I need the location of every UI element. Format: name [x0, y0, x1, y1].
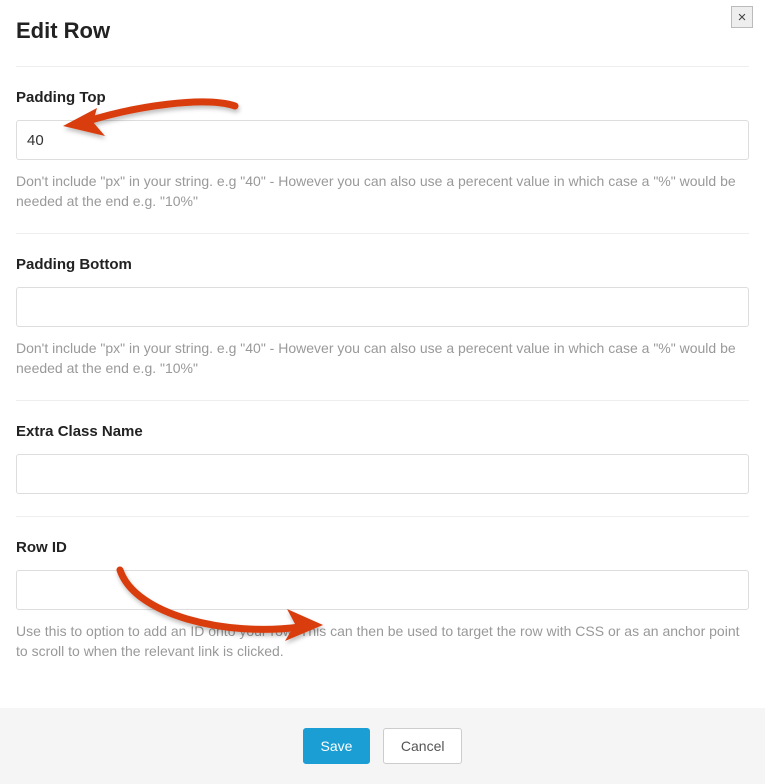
field-extra-class: Extra Class Name: [16, 400, 749, 500]
dialog-footer: Save Cancel: [0, 708, 765, 784]
extra-class-input[interactable]: [16, 454, 749, 494]
padding-top-help: Don't include "px" in your string. e.g "…: [16, 172, 749, 211]
row-id-label: Row ID: [16, 539, 749, 556]
padding-bottom-help: Don't include "px" in your string. e.g "…: [16, 339, 749, 378]
dialog-header: Edit Row ×: [0, 0, 765, 50]
save-button[interactable]: Save: [303, 728, 371, 764]
padding-top-label: Padding Top: [16, 89, 749, 106]
field-padding-bottom: Padding Bottom Don't include "px" in you…: [16, 233, 749, 384]
cancel-button[interactable]: Cancel: [383, 728, 463, 764]
row-id-help: Use this to option to add an ID onto you…: [16, 622, 749, 661]
dialog-body: Padding Top Don't include "px" in your s…: [0, 66, 765, 698]
field-row-id: Row ID Use this to option to add an ID o…: [16, 516, 749, 667]
close-button[interactable]: ×: [731, 6, 753, 28]
padding-bottom-label: Padding Bottom: [16, 256, 749, 273]
padding-bottom-input[interactable]: [16, 287, 749, 327]
dialog-title: Edit Row: [16, 18, 749, 44]
extra-class-label: Extra Class Name: [16, 423, 749, 440]
row-id-input[interactable]: [16, 570, 749, 610]
field-padding-top: Padding Top Don't include "px" in your s…: [16, 66, 749, 217]
padding-top-input[interactable]: [16, 120, 749, 160]
